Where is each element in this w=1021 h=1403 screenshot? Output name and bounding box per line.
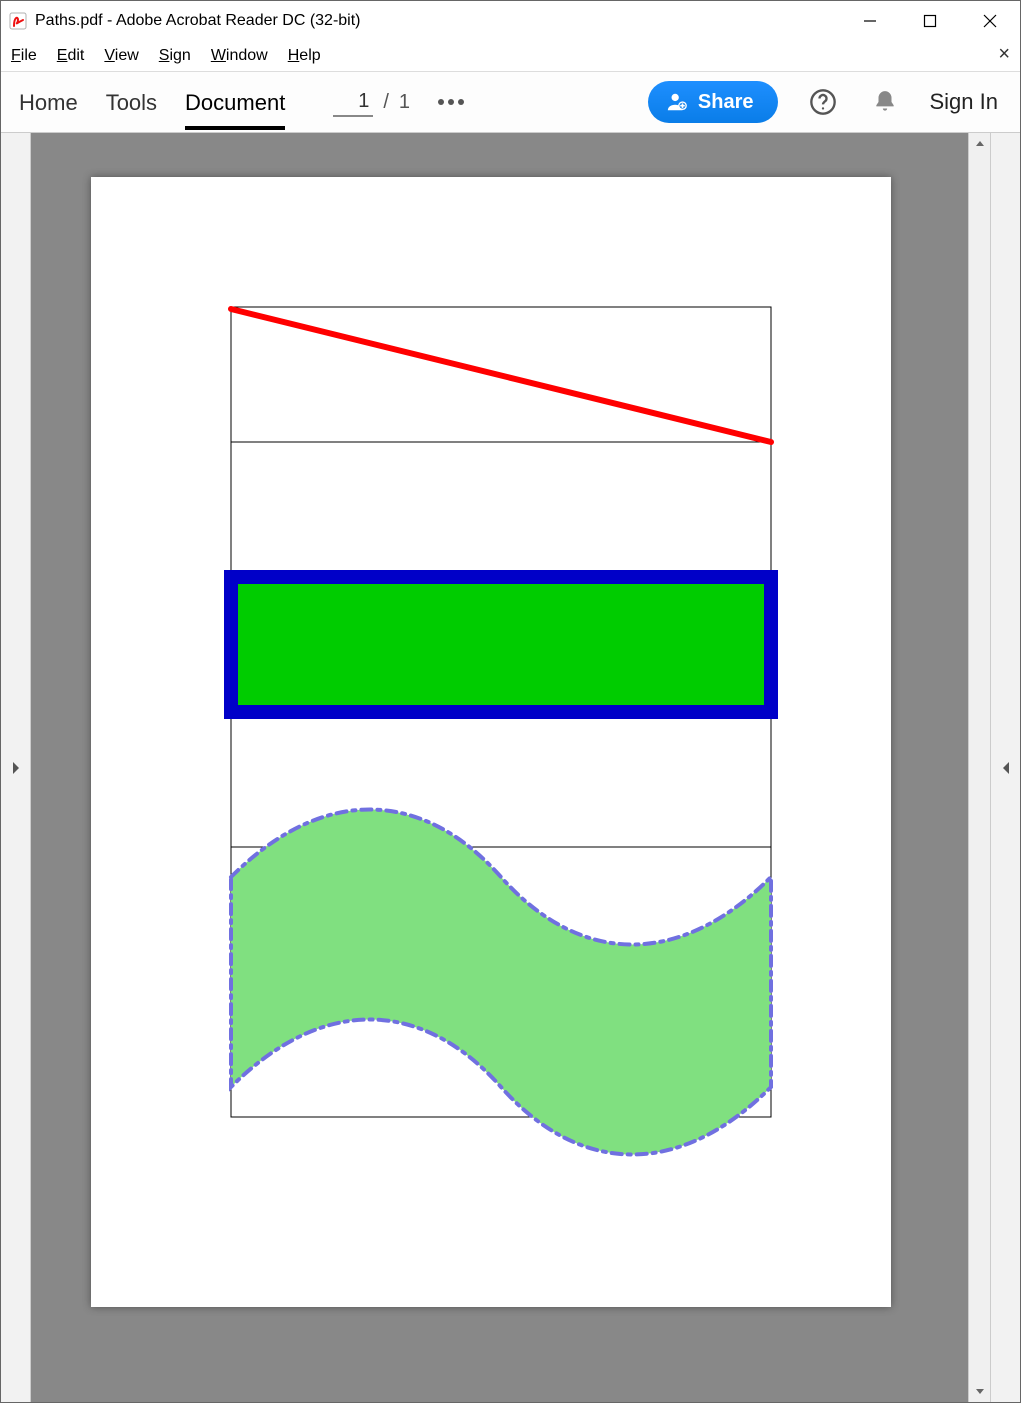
scroll-up-button[interactable]	[969, 133, 990, 155]
red-line	[231, 309, 771, 442]
menu-bar: File Edit View Sign Window Help ×	[1, 41, 1020, 71]
help-button[interactable]	[806, 85, 840, 119]
page-total: 1	[399, 91, 410, 114]
menu-edit[interactable]: Edit	[57, 47, 85, 65]
tab-document[interactable]: Document	[185, 74, 285, 130]
minimize-button[interactable]	[840, 1, 900, 41]
menu-window[interactable]: Window	[211, 47, 268, 65]
close-document-button[interactable]: ×	[998, 43, 1010, 66]
more-options-button[interactable]	[438, 99, 464, 105]
share-button[interactable]: Share	[648, 81, 778, 123]
close-button[interactable]	[960, 1, 1020, 41]
menu-help[interactable]: Help	[288, 47, 321, 65]
document-area	[1, 133, 1020, 1402]
blue-green-rect	[231, 577, 771, 712]
page-graphics	[91, 177, 891, 1307]
scroll-down-button[interactable]	[969, 1380, 990, 1402]
sign-in-button[interactable]: Sign In	[930, 89, 1003, 115]
tab-tools[interactable]: Tools	[106, 74, 157, 130]
left-panel-toggle[interactable]	[1, 133, 31, 1402]
right-panel-toggle[interactable]	[990, 133, 1020, 1402]
wave-shape	[231, 810, 771, 1155]
vertical-scrollbar[interactable]	[968, 133, 990, 1402]
title-bar: Paths.pdf - Adobe Acrobat Reader DC (32-…	[1, 1, 1020, 41]
page-indicator: / 1	[333, 88, 410, 117]
tab-home[interactable]: Home	[19, 74, 78, 130]
menu-file[interactable]: File	[11, 47, 37, 65]
share-label: Share	[698, 91, 754, 114]
maximize-button[interactable]	[900, 1, 960, 41]
menu-sign[interactable]: Sign	[159, 47, 191, 65]
notifications-button[interactable]	[868, 85, 902, 119]
toolbar: Home Tools Document / 1 Share Sign In	[1, 71, 1020, 133]
share-person-icon	[666, 91, 688, 113]
acrobat-icon	[9, 12, 27, 30]
page-separator: /	[383, 91, 389, 114]
menu-view[interactable]: View	[104, 47, 138, 65]
page-viewport[interactable]	[31, 133, 990, 1402]
window-title: Paths.pdf - Adobe Acrobat Reader DC (32-…	[35, 12, 361, 30]
page-number-input[interactable]	[333, 88, 373, 117]
pdf-page	[91, 177, 891, 1307]
